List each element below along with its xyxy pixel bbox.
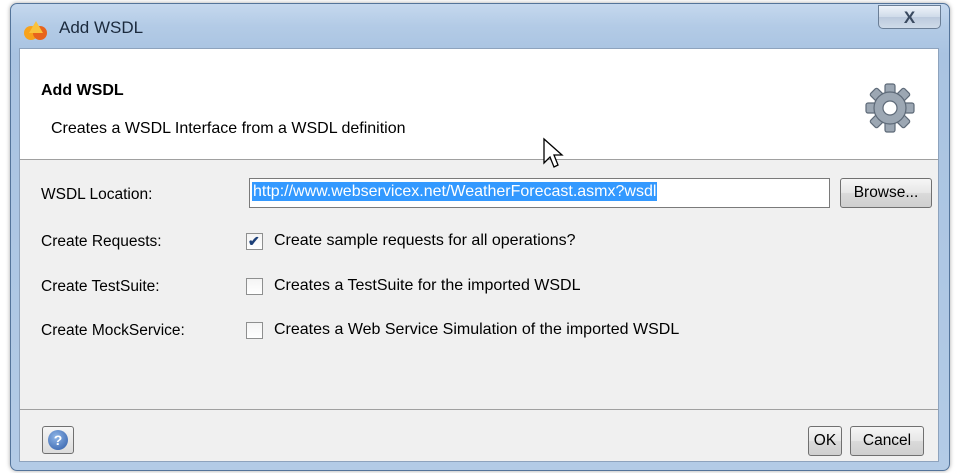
create-mockservice-label: Create MockService:	[41, 322, 185, 339]
wsdl-location-label: WSDL Location:	[41, 186, 153, 203]
header-description: Creates a WSDL Interface from a WSDL def…	[51, 120, 406, 137]
help-icon: ?	[48, 430, 68, 450]
soapui-logo-icon	[24, 21, 47, 40]
dialog-header: Add WSDL Creates a WSDL Interface from a…	[20, 49, 938, 160]
create-mockservice-text: Creates a Web Service Simulation of the …	[274, 321, 680, 338]
wsdl-location-value: http://www.webservicex.net/WeatherForeca…	[252, 182, 658, 201]
create-requests-text: Create sample requests for all operation…	[274, 232, 576, 249]
gear-icon	[865, 83, 915, 133]
cancel-button[interactable]: Cancel	[850, 426, 924, 456]
create-mockservice-checkbox[interactable]	[246, 322, 263, 339]
ok-button[interactable]: OK	[808, 426, 842, 456]
create-requests-checkbox[interactable]: ✔	[246, 233, 263, 250]
header-title: Add WSDL	[41, 82, 124, 99]
help-button[interactable]: ?	[42, 426, 74, 454]
create-requests-label: Create Requests:	[41, 233, 162, 250]
wsdl-location-input[interactable]: http://www.webservicex.net/WeatherForeca…	[249, 178, 830, 208]
title-bar[interactable]: Add WSDL X	[11, 4, 949, 48]
browse-button[interactable]: Browse...	[840, 178, 932, 208]
footer-divider	[20, 409, 938, 410]
create-testsuite-label: Create TestSuite:	[41, 278, 160, 295]
checkmark-icon: ✔	[248, 233, 260, 249]
mouse-cursor-icon	[543, 137, 564, 168]
create-testsuite-text: Creates a TestSuite for the imported WSD…	[274, 277, 581, 294]
window-title: Add WSDL	[59, 18, 144, 37]
add-wsdl-dialog: Add WSDL X Add WSDL Creates a WSDL Inter…	[10, 3, 950, 471]
create-testsuite-checkbox[interactable]	[246, 278, 263, 295]
dialog-body: Add WSDL Creates a WSDL Interface from a…	[19, 48, 939, 462]
close-button[interactable]: X	[878, 5, 941, 29]
